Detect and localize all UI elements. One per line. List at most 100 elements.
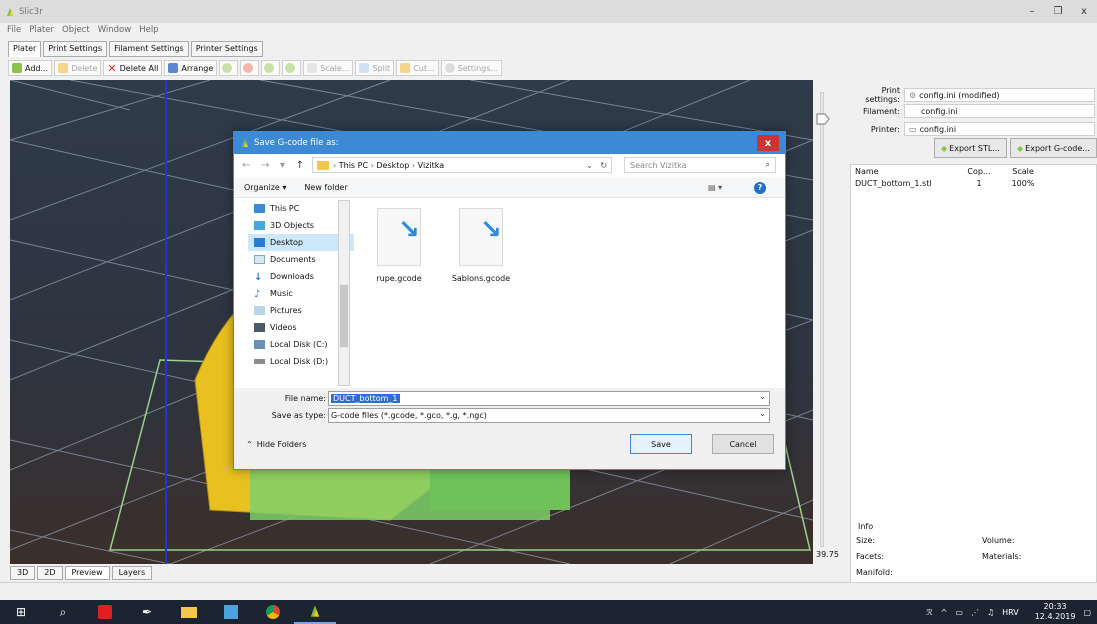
recent-locations-icon[interactable]: ▾: [280, 160, 285, 171]
file-item[interactable]: ↘ Sablons.gcode: [446, 208, 516, 283]
breadcrumb-this-pc[interactable]: This PC: [339, 161, 368, 170]
tab-filament-settings[interactable]: Filament Settings: [109, 41, 189, 57]
rotate-right-button[interactable]: [282, 60, 302, 76]
export-stl-button[interactable]: ◆ Export STL...: [934, 138, 1007, 158]
search-button[interactable]: ⌕: [42, 600, 84, 624]
scale-button[interactable]: Scale...: [303, 60, 354, 76]
menu-plater[interactable]: Plater: [29, 25, 54, 38]
info-manifold: Manifold:: [856, 568, 893, 577]
up-icon[interactable]: ↑: [296, 160, 304, 171]
delete-button[interactable]: Delete: [54, 60, 102, 76]
add-button[interactable]: Add...: [8, 60, 53, 76]
clock-time: 20:33: [1043, 602, 1067, 611]
taskbar-file-explorer[interactable]: [168, 600, 210, 624]
table-row[interactable]: DUCT_bottom_1.stl 1 100%: [851, 179, 1096, 191]
cancel-button[interactable]: Cancel: [712, 434, 774, 454]
save-as-type-select[interactable]: G-code files (*.gcode, *.gco, *.g, *.ngc…: [328, 408, 770, 423]
save-button[interactable]: Save: [630, 434, 692, 454]
chevron-down-icon[interactable]: ⌄: [759, 392, 766, 401]
object-scale: 100%: [1011, 179, 1035, 188]
file-name-input[interactable]: DUCT_bottom_1 ⌄: [328, 391, 770, 406]
battery-icon[interactable]: ▭: [955, 608, 963, 617]
file-item[interactable]: ↘ rupe.gcode: [364, 208, 434, 283]
show-hidden-icons[interactable]: ^: [941, 608, 948, 617]
filament-select[interactable]: config.ini: [904, 104, 1095, 118]
layer-slider-handle[interactable]: [816, 112, 830, 126]
tab-printer-settings[interactable]: Printer Settings: [190, 41, 263, 57]
network-icon[interactable]: ⋰: [971, 608, 979, 617]
breadcrumb[interactable]: › This PC › Desktop › Vizitka ⌄ ↻: [312, 157, 612, 173]
close-button[interactable]: x: [1071, 0, 1097, 23]
print-settings-select[interactable]: ⚙ config.ini (modified): [904, 88, 1095, 102]
menu-object[interactable]: Object: [62, 25, 90, 38]
taskbar-chrome[interactable]: [252, 600, 294, 624]
chevron-down-icon[interactable]: ⌄: [759, 409, 766, 418]
column-scale[interactable]: Scale: [1003, 167, 1043, 179]
increase-copies-button[interactable]: [219, 60, 239, 76]
search-input[interactable]: Search Vizitka ⌕: [624, 157, 776, 173]
refresh-icon[interactable]: ↻: [600, 161, 607, 170]
column-copies[interactable]: Cop...: [955, 167, 1003, 179]
music-icon: ♪: [254, 289, 261, 300]
printer-label: Printer:: [870, 124, 900, 134]
forward-icon[interactable]: →: [261, 160, 269, 171]
tab-2d[interactable]: 2D: [37, 566, 63, 580]
layer-slider-track[interactable]: [820, 92, 824, 547]
breadcrumb-vizitka[interactable]: Vizitka: [418, 161, 444, 170]
decrease-copies-button[interactable]: [240, 60, 260, 76]
file-list[interactable]: ↘ rupe.gcode ↘ Sablons.gcode: [364, 200, 774, 386]
settings-panel: Print settings: ⚙ config.ini (modified) F…: [846, 80, 1097, 596]
clock[interactable]: 20:33 12.4.2019: [1027, 602, 1076, 622]
maximize-button[interactable]: ❐: [1045, 0, 1071, 23]
save-gcode-dialog: Save G-code file as: x ← → ▾ ↑ › This PC…: [233, 131, 786, 470]
rotate-left-button[interactable]: [261, 60, 281, 76]
menu-file[interactable]: File: [7, 25, 21, 38]
tab-preview[interactable]: Preview: [64, 566, 110, 580]
cut-button[interactable]: Cut...: [396, 60, 439, 76]
settings-button[interactable]: Settings...: [440, 60, 503, 76]
export-icon: ◆: [1017, 143, 1024, 153]
photo-app-icon: [224, 605, 238, 619]
delete-all-button[interactable]: ✕ Delete All: [103, 60, 163, 76]
tab-plater[interactable]: Plater: [8, 41, 42, 57]
tab-print-settings[interactable]: Print Settings: [43, 41, 108, 57]
notifications-icon[interactable]: ▢: [1083, 608, 1091, 617]
printer-row: Printer: ▭ config.ini: [846, 122, 1095, 136]
scrollbar-thumb[interactable]: [340, 285, 348, 347]
tab-layers[interactable]: Layers: [111, 566, 153, 580]
new-folder-button[interactable]: New folder: [304, 183, 347, 192]
organize-button[interactable]: Organize ▾: [244, 183, 286, 192]
column-name[interactable]: Name: [851, 167, 955, 179]
search-icon: ⌕: [765, 160, 770, 169]
tab-3d[interactable]: 3D: [10, 566, 36, 580]
people-icon[interactable]: ℛ: [926, 608, 932, 617]
dialog-command-bar: Organize ▾ New folder ▤ ▾ ?: [234, 178, 785, 198]
menu-help[interactable]: Help: [139, 25, 158, 38]
dialog-close-button[interactable]: x: [757, 135, 779, 151]
split-button[interactable]: Split: [355, 60, 395, 76]
back-icon[interactable]: ←: [242, 160, 250, 171]
input-language[interactable]: HRV: [1002, 608, 1019, 617]
taskbar-app-photos[interactable]: [210, 600, 252, 624]
arrange-button[interactable]: Arrange: [164, 60, 218, 76]
start-button[interactable]: ⊞: [0, 600, 42, 624]
volume-icon[interactable]: ♫: [987, 608, 994, 617]
rotate-right-icon: [285, 63, 296, 73]
computer-icon: [254, 204, 265, 213]
navigation-scrollbar[interactable]: [338, 200, 350, 386]
export-gcode-button[interactable]: ◆ Export G-code...: [1010, 138, 1097, 158]
minimize-button[interactable]: –: [1019, 0, 1045, 23]
view-options-icon[interactable]: ▤ ▾: [708, 183, 722, 192]
info-materials: Materials:: [982, 552, 1022, 561]
path-dropdown-icon[interactable]: ⌄: [586, 161, 593, 170]
taskbar-app-feather[interactable]: ✒: [126, 600, 168, 624]
hide-folders-button[interactable]: ⌃ Hide Folders: [246, 440, 306, 449]
taskbar-slic3r[interactable]: [294, 600, 336, 624]
acrobat-icon: [98, 605, 112, 619]
help-icon[interactable]: ?: [754, 181, 766, 194]
taskbar-acrobat[interactable]: [84, 600, 126, 624]
menu-window[interactable]: Window: [98, 25, 132, 38]
printer-select[interactable]: ▭ config.ini: [904, 122, 1095, 136]
breadcrumb-desktop[interactable]: Desktop: [376, 161, 409, 170]
plater-toolbar: Add... Delete ✕ Delete All Arrange Scale.…: [8, 59, 504, 77]
